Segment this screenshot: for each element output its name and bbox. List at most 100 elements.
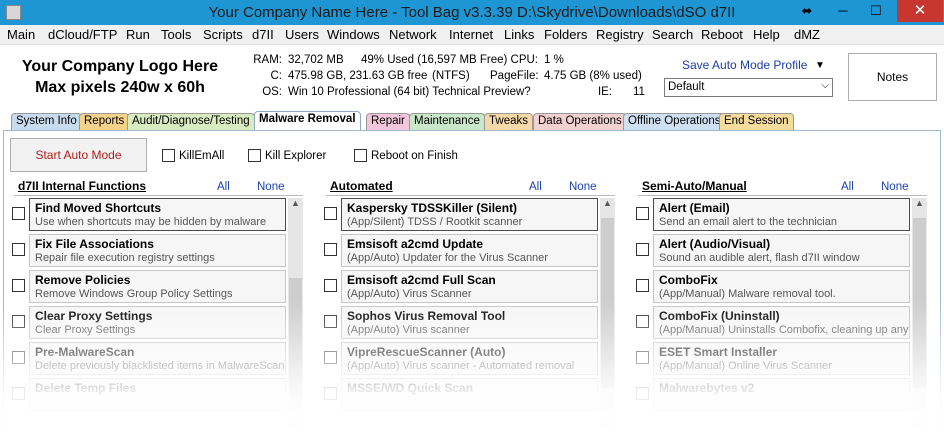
tab-system-info[interactable]: System Info [11, 113, 82, 130]
list-item[interactable]: Emsisoft a2cmd Full Scan (App/Auto) Virus… [341, 270, 598, 303]
item-checkbox[interactable] [324, 207, 341, 220]
menu-users[interactable]: Users [285, 27, 319, 42]
killemall-checkbox[interactable]: KillEmAll [162, 149, 224, 162]
checkbox-box[interactable] [636, 351, 649, 364]
item-checkbox[interactable] [324, 243, 341, 256]
menu-dcloud-ftp[interactable]: dCloud/FTP [48, 27, 117, 42]
checkbox-box[interactable] [324, 315, 337, 328]
select-none-link[interactable]: None [881, 181, 909, 193]
menu-help[interactable]: Help [753, 27, 780, 42]
scroll-up-icon[interactable]: ▲ [288, 198, 303, 213]
list-item[interactable]: Find Moved Shortcuts Use when shortcuts m… [29, 198, 286, 231]
menu-main[interactable]: Main [7, 27, 35, 42]
list-item[interactable]: Delete Temp Files [29, 378, 286, 411]
checkbox-box[interactable] [12, 207, 25, 220]
item-checkbox[interactable] [12, 387, 29, 400]
menu-reboot[interactable]: Reboot [701, 27, 743, 42]
maximize-button[interactable]: ☐ [862, 0, 890, 22]
menu-internet[interactable]: Internet [449, 27, 493, 42]
tab-malware-removal[interactable]: Malware Removal [254, 111, 361, 130]
checkbox-box[interactable] [162, 149, 175, 162]
checkbox-box[interactable] [12, 351, 25, 364]
menu-tools[interactable]: Tools [161, 27, 191, 42]
item-checkbox[interactable] [12, 351, 29, 364]
tab-data-operations[interactable]: Data Operations [533, 113, 627, 130]
list-item[interactable]: MSSE/WD Quick Scan [341, 378, 598, 411]
checkbox-box[interactable] [12, 279, 25, 292]
select-all-link[interactable]: All [217, 181, 230, 193]
select-all-link[interactable]: All [841, 181, 854, 193]
menu-d7ii[interactable]: d7II [252, 27, 274, 42]
tab-end-session[interactable]: End Session [719, 113, 794, 130]
menu-folders[interactable]: Folders [544, 27, 587, 42]
tab-repair[interactable]: Repair [366, 113, 410, 130]
kill-explorer-checkbox[interactable]: Kill Explorer [248, 149, 326, 162]
menu-scripts[interactable]: Scripts [203, 27, 243, 42]
list-item[interactable]: Pre-MalwareScan Delete previously blackli… [29, 342, 286, 375]
reboot-on-finish-checkbox[interactable]: Reboot on Finish [354, 149, 458, 162]
menu-windows[interactable]: Windows [327, 27, 380, 42]
list-item[interactable]: Malwarebytes v2 [653, 378, 910, 411]
start-auto-mode-button[interactable]: Start Auto Mode [10, 138, 147, 172]
list-item[interactable]: Fix File Associations Repair file executi… [29, 234, 286, 267]
tab-offline-operations[interactable]: Offline Operations [623, 113, 726, 130]
select-none-link[interactable]: None [257, 181, 285, 193]
scrollbar[interactable]: ▲ [288, 198, 303, 430]
scrollbar[interactable]: ▲ [600, 198, 615, 430]
menu-run[interactable]: Run [126, 27, 150, 42]
tab-tweaks[interactable]: Tweaks [484, 113, 533, 130]
menu-links[interactable]: Links [504, 27, 534, 42]
checkbox-box[interactable] [12, 243, 25, 256]
list-item[interactable]: ESET Smart Installer (App/Manual) Online … [653, 342, 910, 375]
list-item[interactable]: ComboFix (Uninstall) (App/Manual) Uninsta… [653, 306, 910, 339]
item-checkbox[interactable] [12, 243, 29, 256]
notes-button[interactable]: Notes [848, 53, 937, 101]
checkbox-box[interactable] [636, 387, 649, 400]
list-item[interactable]: Remove Policies Remove Windows Group Poli… [29, 270, 286, 303]
item-checkbox[interactable] [636, 351, 653, 364]
checkbox-box[interactable] [12, 387, 25, 400]
tab-audit-diagnose-testing[interactable]: Audit/Diagnose/Testing [127, 113, 255, 130]
select-none-link[interactable]: None [569, 181, 597, 193]
menu-dmz[interactable]: dMZ [794, 27, 820, 42]
menu-network[interactable]: Network [389, 27, 437, 42]
list-item[interactable]: Alert (Audio/Visual) Sound an audible ale… [653, 234, 910, 267]
checkbox-box[interactable] [324, 279, 337, 292]
resize-icon[interactable]: ⬌ [797, 0, 817, 22]
item-checkbox[interactable] [636, 243, 653, 256]
item-checkbox[interactable] [12, 315, 29, 328]
tab-reports[interactable]: Reports [79, 113, 130, 130]
select-all-link[interactable]: All [529, 181, 542, 193]
item-checkbox[interactable] [636, 279, 653, 292]
menu-search[interactable]: Search [652, 27, 693, 42]
scrollbar-thumb[interactable] [601, 218, 614, 388]
list-item[interactable]: ComboFix (App/Manual) Malware removal too… [653, 270, 910, 303]
minimize-button[interactable]: ─ [829, 0, 857, 22]
checkbox-box[interactable] [324, 387, 337, 400]
profile-select[interactable]: Default ⌵ [664, 78, 833, 97]
menu-registry[interactable]: Registry [596, 27, 644, 42]
scroll-up-icon[interactable]: ▲ [600, 198, 615, 213]
list-item[interactable]: Kaspersky TDSSKiller (Silent) (App/Silent… [341, 198, 598, 231]
item-checkbox[interactable] [12, 279, 29, 292]
list-item[interactable]: Sophos Virus Removal Tool (App/Auto) Viru… [341, 306, 598, 339]
item-checkbox[interactable] [324, 315, 341, 328]
item-checkbox[interactable] [636, 315, 653, 328]
checkbox-box[interactable] [12, 315, 25, 328]
item-checkbox[interactable] [324, 279, 341, 292]
scrollbar-thumb[interactable] [913, 218, 926, 388]
checkbox-box[interactable] [636, 207, 649, 220]
tab-maintenance[interactable]: Maintenance [409, 113, 485, 130]
item-checkbox[interactable] [636, 207, 653, 220]
checkbox-box[interactable] [636, 279, 649, 292]
checkbox-box[interactable] [324, 351, 337, 364]
checkbox-box[interactable] [636, 243, 649, 256]
item-checkbox[interactable] [324, 351, 341, 364]
item-checkbox[interactable] [324, 387, 341, 400]
item-checkbox[interactable] [12, 207, 29, 220]
profile-menu-arrow-icon[interactable]: ▼ [815, 60, 825, 71]
checkbox-box[interactable] [324, 243, 337, 256]
list-item[interactable]: Alert (Email) Send an email alert to the … [653, 198, 910, 231]
checkbox-box[interactable] [248, 149, 261, 162]
checkbox-box[interactable] [354, 149, 367, 162]
